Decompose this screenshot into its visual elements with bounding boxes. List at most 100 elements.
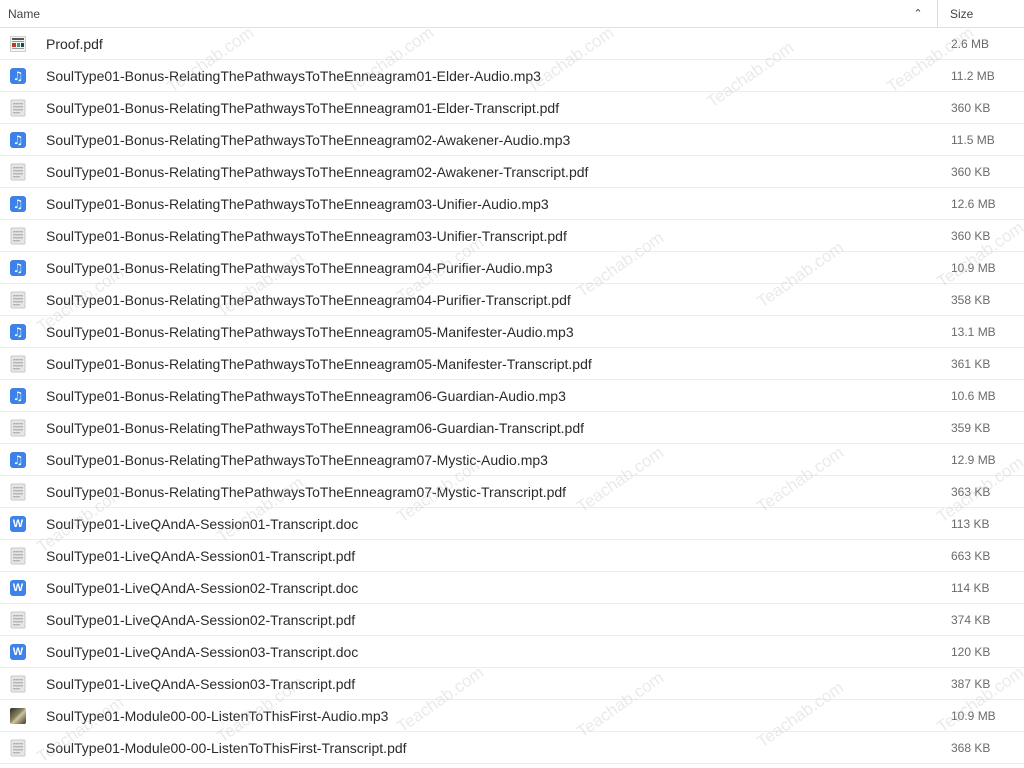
proof-thumbnail-icon <box>10 35 26 52</box>
file-size: 13.1 MB <box>951 324 996 339</box>
file-icon-cell: ♫ <box>0 387 46 404</box>
file-name: SoulType01-Bonus-RelatingThePathwaysToTh… <box>46 131 571 148</box>
file-icon-cell: ♫ <box>0 195 46 212</box>
file-rows: Proof.pdf 2.6 MB ♫ SoulType01-Bonus-Relatin… <box>0 28 1024 764</box>
file-row[interactable]: ♫ SoulType01-Bonus-RelatingThePathwaysToT… <box>0 60 1024 92</box>
file-row[interactable]: ♫ SoulType01-Bonus-RelatingThePathwaysToT… <box>0 252 1024 284</box>
file-row[interactable]: SoulType01-Bonus-RelatingThePathwaysToTh… <box>0 348 1024 380</box>
file-name: SoulType01-Bonus-RelatingThePathwaysToTh… <box>46 163 589 180</box>
file-icon-cell: ♫ <box>0 131 46 148</box>
file-row[interactable]: ♫ SoulType01-Bonus-RelatingThePathwaysToT… <box>0 380 1024 412</box>
file-row[interactable]: SoulType01-Bonus-RelatingThePathwaysToTh… <box>0 476 1024 508</box>
audio-file-icon: ♫ <box>10 131 26 148</box>
pdf-file-icon <box>10 291 26 308</box>
pdf-file-icon <box>10 675 26 692</box>
file-size: 11.5 MB <box>951 132 995 147</box>
file-name: SoulType01-Bonus-RelatingThePathwaysToTh… <box>46 259 553 276</box>
file-name: SoulType01-Bonus-RelatingThePathwaysToTh… <box>46 99 560 116</box>
audio-file-icon: ♫ <box>10 67 26 84</box>
file-name: SoulType01-LiveQAndA-Session03-Transcrip… <box>46 643 359 660</box>
file-icon-cell <box>0 419 46 437</box>
file-size: 10.9 MB <box>951 708 996 723</box>
file-size: 10.6 MB <box>951 388 996 403</box>
word-file-icon: W <box>10 515 26 532</box>
audio-file-icon: ♫ <box>10 195 26 212</box>
audio-file-icon: ♫ <box>10 323 26 340</box>
file-list: Name ⌃ Size Proof.pdf 2.6 MB ♫ SoulType01-B… <box>0 0 1024 768</box>
file-size: 363 KB <box>951 484 991 499</box>
file-size: 359 KB <box>951 420 991 435</box>
audio-file-icon: ♫ <box>10 387 26 404</box>
file-icon-cell: ♫ <box>0 67 46 84</box>
file-icon-cell <box>0 355 46 373</box>
file-name: SoulType01-Bonus-RelatingThePathwaysToTh… <box>46 451 548 468</box>
audio-thumbnail-icon <box>10 707 26 724</box>
file-name: SoulType01-Module00-00-ListenToThisFirst… <box>46 707 389 724</box>
file-row[interactable]: ♫ SoulType01-Bonus-RelatingThePathwaysToT… <box>0 444 1024 476</box>
file-size: 374 KB <box>951 612 991 627</box>
file-icon-cell: W <box>0 515 46 532</box>
pdf-file-icon <box>10 611 26 628</box>
pdf-file-icon <box>10 547 26 564</box>
pdf-file-icon <box>10 355 26 372</box>
file-icon-cell <box>0 291 46 309</box>
audio-file-icon: ♫ <box>10 259 26 276</box>
file-icon-cell <box>0 227 46 245</box>
file-row[interactable]: SoulType01-Bonus-RelatingThePathwaysToTh… <box>0 284 1024 316</box>
file-name: SoulType01-LiveQAndA-Session02-Transcrip… <box>46 611 356 628</box>
file-row[interactable]: SoulType01-LiveQAndA-Session03-Transcrip… <box>0 668 1024 700</box>
file-row[interactable]: SoulType01-Bonus-RelatingThePathwaysToTh… <box>0 156 1024 188</box>
file-size: 360 KB <box>951 228 991 243</box>
file-row[interactable]: SoulType01-Module00-00-ListenToThisFirst… <box>0 700 1024 732</box>
file-name: SoulType01-Bonus-RelatingThePathwaysToTh… <box>46 355 592 372</box>
file-icon-cell <box>0 35 46 52</box>
file-size: 12.6 MB <box>951 196 996 211</box>
file-name: SoulType01-Bonus-RelatingThePathwaysToTh… <box>46 323 574 340</box>
pdf-file-icon <box>10 99 26 116</box>
file-icon-cell: ♫ <box>0 259 46 276</box>
name-column-header[interactable]: Name ⌃ <box>0 0 938 27</box>
size-column-header[interactable]: Size <box>938 0 973 27</box>
file-name: SoulType01-LiveQAndA-Session01-Transcrip… <box>46 547 356 564</box>
file-row[interactable]: W SoulType01-LiveQAndA-Session03-Transcri… <box>0 636 1024 668</box>
sort-ascending-icon[interactable]: ⌃ <box>911 7 925 20</box>
file-name: SoulType01-Bonus-RelatingThePathwaysToTh… <box>46 195 549 212</box>
file-icon-cell <box>0 163 46 181</box>
file-size: 12.9 MB <box>951 452 996 467</box>
name-header-label: Name <box>8 6 41 21</box>
file-row[interactable]: SoulType01-Bonus-RelatingThePathwaysToTh… <box>0 92 1024 124</box>
word-file-icon: W <box>10 579 26 596</box>
file-size: 10.9 MB <box>951 260 996 275</box>
file-size: 113 KB <box>951 516 990 531</box>
file-size: 358 KB <box>951 292 991 307</box>
file-name: SoulType01-LiveQAndA-Session01-Transcrip… <box>46 515 359 532</box>
file-name: SoulType01-Bonus-RelatingThePathwaysToTh… <box>46 483 567 500</box>
file-icon-cell: ♫ <box>0 323 46 340</box>
file-row[interactable]: ♫ SoulType01-Bonus-RelatingThePathwaysToT… <box>0 124 1024 156</box>
pdf-file-icon <box>10 227 26 244</box>
file-size: 114 KB <box>951 580 990 595</box>
file-row[interactable]: SoulType01-Bonus-RelatingThePathwaysToTh… <box>0 412 1024 444</box>
file-row[interactable]: Proof.pdf 2.6 MB <box>0 28 1024 60</box>
file-row[interactable]: SoulType01-Module00-00-ListenToThisFirst… <box>0 732 1024 764</box>
file-row[interactable]: W SoulType01-LiveQAndA-Session01-Transcri… <box>0 508 1024 540</box>
pdf-file-icon <box>10 163 26 180</box>
file-row[interactable]: SoulType01-Bonus-RelatingThePathwaysToTh… <box>0 220 1024 252</box>
file-size: 361 KB <box>951 356 991 371</box>
word-file-icon: W <box>10 643 26 660</box>
file-size: 368 KB <box>951 740 991 755</box>
file-size: 120 KB <box>951 644 991 659</box>
file-row[interactable]: W SoulType01-LiveQAndA-Session02-Transcri… <box>0 572 1024 604</box>
file-icon-cell: ♫ <box>0 451 46 468</box>
file-icon-cell: W <box>0 579 46 596</box>
file-icon-cell: W <box>0 643 46 660</box>
column-header: Name ⌃ Size <box>0 0 1024 28</box>
file-row[interactable]: ♫ SoulType01-Bonus-RelatingThePathwaysToT… <box>0 188 1024 220</box>
file-row[interactable]: SoulType01-LiveQAndA-Session01-Transcrip… <box>0 540 1024 572</box>
pdf-file-icon <box>10 739 26 756</box>
file-icon-cell <box>0 739 46 757</box>
file-name: SoulType01-Bonus-RelatingThePathwaysToTh… <box>46 387 566 404</box>
file-row[interactable]: SoulType01-LiveQAndA-Session02-Transcrip… <box>0 604 1024 636</box>
file-row[interactable]: ♫ SoulType01-Bonus-RelatingThePathwaysToT… <box>0 316 1024 348</box>
file-icon-cell <box>0 483 46 501</box>
